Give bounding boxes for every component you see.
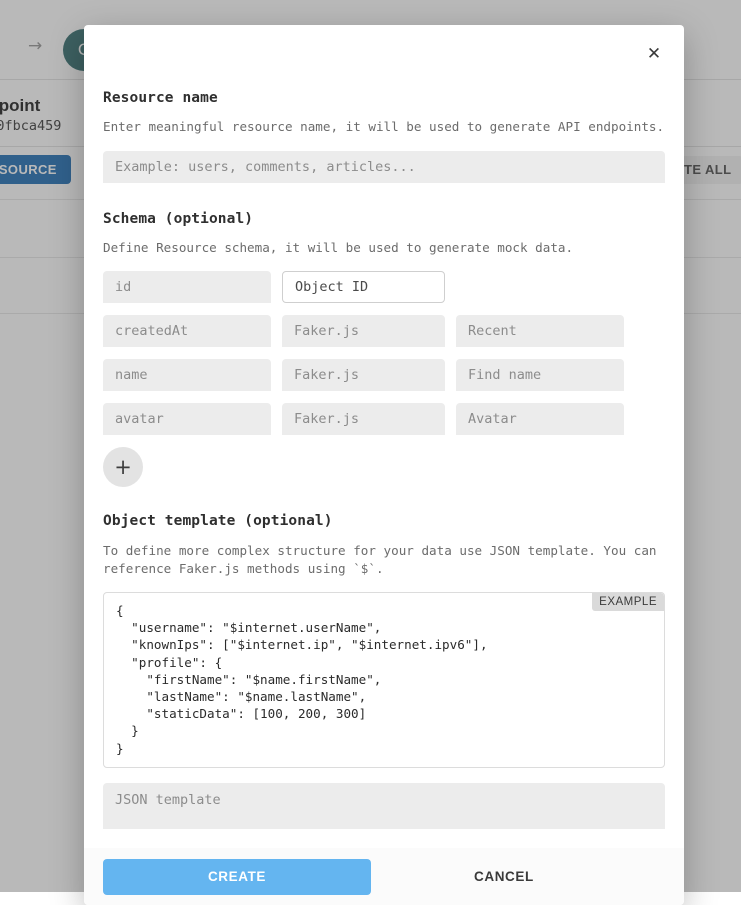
- schema-key-input[interactable]: id: [103, 271, 271, 303]
- dialog-footer: CREATE CANCEL: [84, 848, 684, 905]
- add-field-button[interactable]: +: [103, 447, 143, 487]
- json-template-textarea[interactable]: JSON template: [103, 783, 665, 829]
- object-template-help: To define more complex structure for you…: [103, 542, 665, 578]
- schema-method-select[interactable]: Recent: [456, 315, 624, 347]
- resource-name-help: Enter meaningful resource name, it will …: [103, 118, 665, 136]
- resource-name-placeholder: Example: users, comments, articles...: [115, 159, 416, 175]
- schema-type-select[interactable]: Faker.js: [282, 403, 445, 435]
- schema-method-value: Find name: [468, 367, 541, 383]
- schema-type-value: Object ID: [295, 279, 368, 295]
- schema-row: createdAt Faker.js Recent: [103, 315, 665, 347]
- schema-key-input[interactable]: name: [103, 359, 271, 391]
- schema-key-value: createdAt: [115, 323, 188, 339]
- schema-method-value: Recent: [468, 323, 517, 339]
- plus-icon: +: [114, 455, 132, 479]
- dialog-body: Resource name Enter meaningful resource …: [84, 25, 684, 848]
- schema-type-value: Faker.js: [294, 323, 359, 339]
- schema-help: Define Resource schema, it will be used …: [103, 239, 665, 257]
- schema-row: name Faker.js Find name: [103, 359, 665, 391]
- schema-row: id Object ID: [103, 271, 665, 303]
- schema-type-select[interactable]: Object ID: [282, 271, 445, 303]
- schema-key-value: id: [115, 279, 131, 295]
- create-resource-dialog: ✕ Resource name Enter meaningful resourc…: [84, 25, 684, 905]
- schema-type-select[interactable]: Faker.js: [282, 359, 445, 391]
- example-badge: EXAMPLE: [592, 593, 664, 611]
- resource-name-label: Resource name: [103, 90, 665, 106]
- schema-method-value: Avatar: [468, 411, 517, 427]
- schema-key-input[interactable]: createdAt: [103, 315, 271, 347]
- json-example-box: EXAMPLE { "username": "$internet.userNam…: [103, 592, 665, 768]
- schema-type-value: Faker.js: [294, 367, 359, 383]
- schema-label: Schema (optional): [103, 211, 665, 227]
- cancel-button[interactable]: CANCEL: [468, 868, 540, 885]
- schema-type-value: Faker.js: [294, 411, 359, 427]
- schema-key-value: name: [115, 367, 148, 383]
- json-template-placeholder: JSON template: [115, 792, 221, 808]
- schema-row: avatar Faker.js Avatar: [103, 403, 665, 435]
- schema-method-select[interactable]: Find name: [456, 359, 624, 391]
- schema-type-select[interactable]: Faker.js: [282, 315, 445, 347]
- resource-name-input[interactable]: Example: users, comments, articles...: [103, 151, 665, 183]
- object-template-label: Object template (optional): [103, 513, 665, 529]
- schema-key-value: avatar: [115, 411, 164, 427]
- json-example-code: { "username": "$internet.userName", "kno…: [116, 602, 652, 757]
- create-button[interactable]: CREATE: [103, 859, 371, 895]
- schema-key-input[interactable]: avatar: [103, 403, 271, 435]
- schema-method-empty: [456, 271, 624, 303]
- schema-method-select[interactable]: Avatar: [456, 403, 624, 435]
